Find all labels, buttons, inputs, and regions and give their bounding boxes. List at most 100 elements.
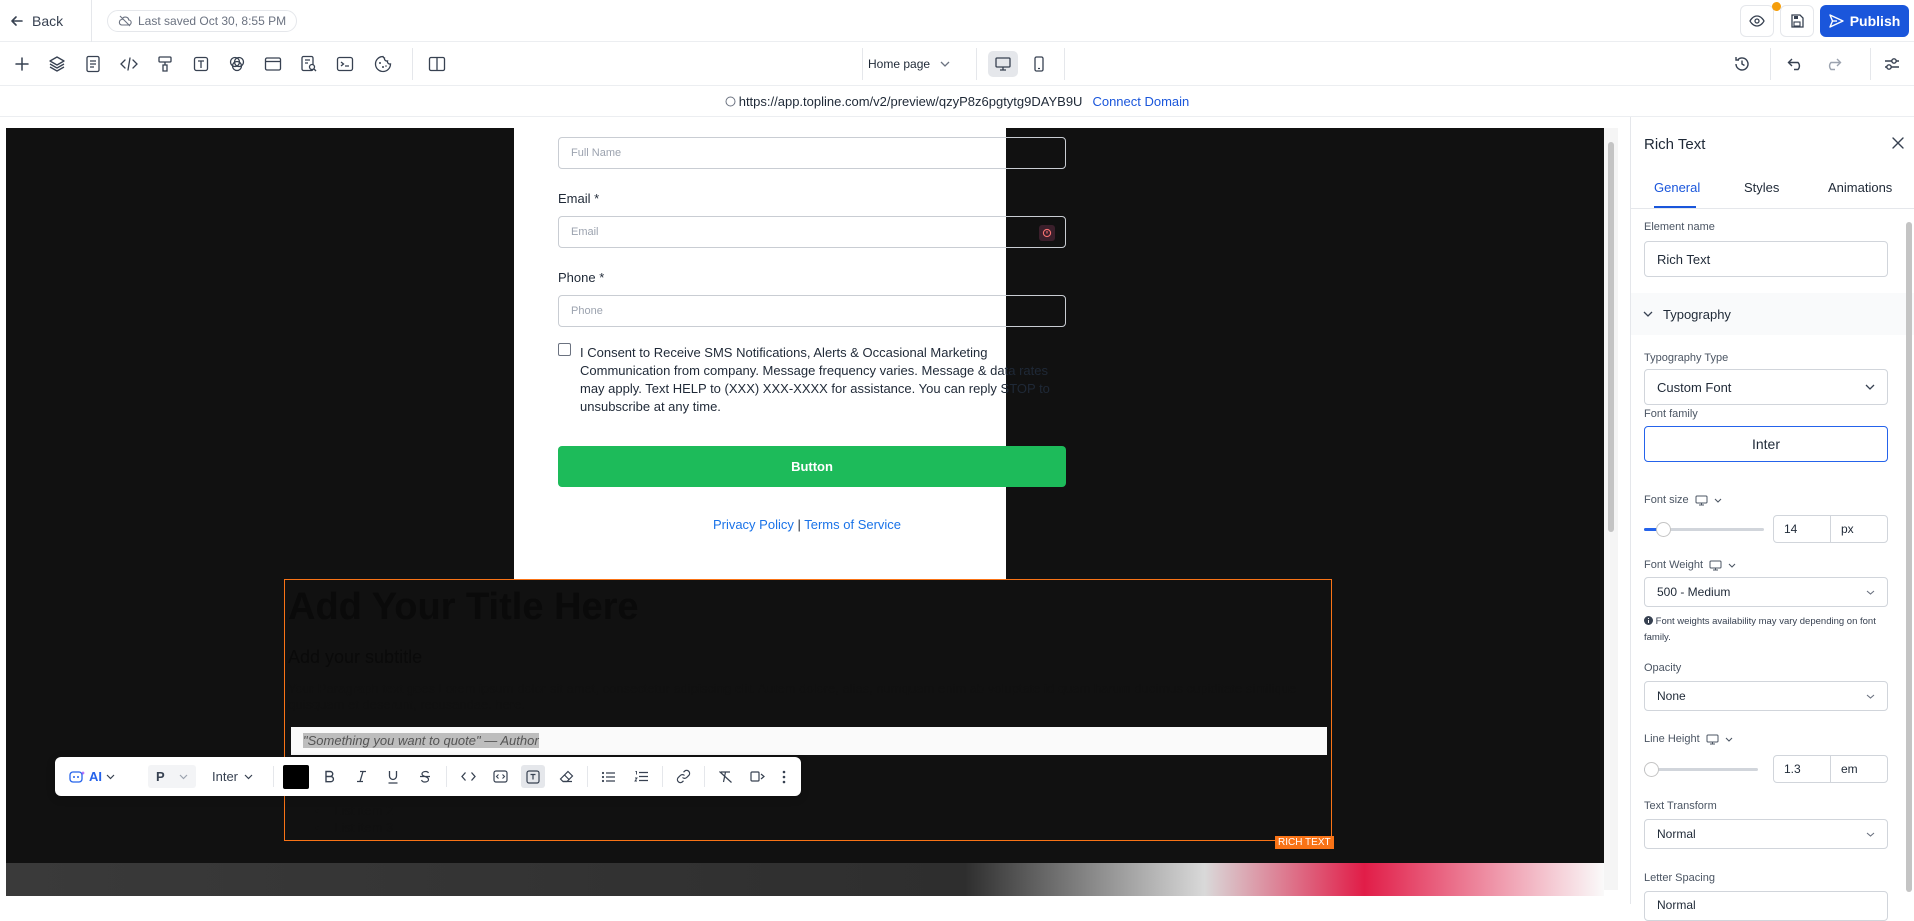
form-card[interactable]: Full Name Email * Email Phone * Phone I …: [514, 128, 1066, 579]
rich-text-title[interactable]: Add Your Title Here: [288, 586, 639, 629]
page-select-dropdown[interactable]: Home page: [868, 52, 950, 76]
font-size-unit-select[interactable]: px: [1830, 515, 1888, 543]
chevron-down-icon: [179, 774, 188, 780]
unsaved-indicator-dot: [1772, 2, 1781, 11]
line-height-slider[interactable]: [1644, 762, 1758, 777]
inline-code-button[interactable]: [457, 765, 479, 788]
strikethrough-button[interactable]: [415, 765, 435, 788]
link-button[interactable]: [672, 765, 694, 788]
element-name-input[interactable]: Rich Text: [1644, 241, 1888, 277]
ai-assist-button[interactable]: AI: [69, 765, 115, 788]
text-transform-select[interactable]: Normal: [1644, 819, 1888, 849]
redo-icon[interactable]: [1822, 53, 1844, 75]
typography-type-label: Typography Type: [1644, 352, 1729, 364]
line-height-label: Line Height: [1644, 733, 1700, 745]
canvas-scrollbar[interactable]: [1604, 128, 1618, 890]
undo-icon[interactable]: [1785, 53, 1807, 75]
phone-label: Phone *: [558, 270, 605, 285]
save-button[interactable]: [1780, 5, 1814, 37]
link-icon: [676, 769, 691, 784]
tab-styles[interactable]: Styles: [1744, 180, 1779, 195]
text-direction-button[interactable]: [747, 765, 769, 788]
code-block-button[interactable]: [489, 765, 511, 788]
chevron-down-icon[interactable]: [1714, 498, 1722, 503]
close-panel-button[interactable]: [1889, 134, 1907, 152]
opacity-select[interactable]: None: [1644, 681, 1888, 711]
tab-general[interactable]: General: [1654, 180, 1700, 195]
layers-icon[interactable]: [46, 53, 68, 75]
phone-input[interactable]: Phone: [558, 295, 1066, 327]
bold-button[interactable]: [319, 765, 339, 788]
clear-format-button[interactable]: [555, 765, 577, 788]
canvas-scrollbar-thumb[interactable]: [1608, 142, 1614, 532]
form-search-icon[interactable]: [298, 53, 320, 75]
email-input[interactable]: Email: [558, 216, 1066, 248]
bold-icon: [324, 770, 335, 783]
preview-button[interactable]: [1740, 5, 1774, 37]
block-type-select[interactable]: P: [148, 765, 196, 788]
text-element-icon[interactable]: [190, 53, 212, 75]
mobile-view-button[interactable]: [1024, 51, 1054, 77]
rich-text-subtitle[interactable]: Add your subtitle: [288, 647, 422, 668]
preview-url[interactable]: https://app.topline.com/v2/preview/qzyP8…: [739, 94, 1083, 109]
desktop-view-button[interactable]: [988, 51, 1018, 77]
privacy-policy-link[interactable]: Privacy Policy: [713, 517, 794, 532]
publish-button[interactable]: Publish: [1820, 5, 1909, 37]
terms-of-service-link[interactable]: Terms of Service: [804, 517, 901, 532]
list-item[interactable]: • List item 2: [315, 803, 393, 818]
text-color-swatch[interactable]: [283, 765, 309, 789]
rich-text-paragraph[interactable]: Your Paragraph text goes Lorem ipsum dol…: [288, 681, 1308, 713]
monitor-icon[interactable]: [1695, 495, 1708, 506]
more-vertical-icon: [782, 770, 786, 784]
add-element-icon[interactable]: [11, 53, 33, 75]
back-button[interactable]: Back: [10, 10, 63, 32]
toolbar-separator: [446, 766, 447, 787]
form-submit-button[interactable]: Button: [558, 446, 1066, 487]
split-view-icon[interactable]: [426, 53, 448, 75]
panel-scrollbar[interactable]: [1905, 212, 1913, 902]
bullet-list-button[interactable]: [597, 765, 619, 788]
monitor-icon[interactable]: [1709, 560, 1722, 571]
line-height-unit-select[interactable]: em: [1830, 755, 1888, 783]
font-family-input[interactable]: Inter: [1644, 426, 1888, 462]
paint-roller-icon[interactable]: [154, 53, 176, 75]
font-weight-select[interactable]: 500 - Medium: [1644, 577, 1888, 607]
history-icon[interactable]: [1731, 53, 1753, 75]
underline-button[interactable]: [383, 765, 403, 788]
chevron-down-icon[interactable]: [1725, 737, 1733, 742]
typography-type-select[interactable]: Custom Font: [1644, 369, 1888, 405]
settings-sliders-icon[interactable]: [1881, 53, 1903, 75]
tab-animations[interactable]: Animations: [1828, 180, 1892, 195]
typography-section-header[interactable]: Typography: [1631, 293, 1914, 335]
cookie-icon[interactable]: [372, 53, 394, 75]
panel-scrollbar-thumb[interactable]: [1906, 222, 1912, 892]
pages-icon[interactable]: [82, 53, 104, 75]
italic-button[interactable]: [351, 765, 371, 788]
monitor-icon[interactable]: [1706, 734, 1719, 745]
remove-format-button[interactable]: [714, 765, 736, 788]
eraser-icon: [559, 770, 574, 783]
text-box-button[interactable]: [521, 765, 545, 788]
color-palette-icon[interactable]: [226, 53, 248, 75]
letter-spacing-select[interactable]: Normal: [1644, 891, 1888, 921]
browser-window-icon[interactable]: [262, 53, 284, 75]
font-size-slider[interactable]: [1644, 522, 1764, 537]
list-item[interactable]: • List item 3: [315, 820, 393, 835]
password-manager-icon[interactable]: [1039, 225, 1055, 241]
font-size-input[interactable]: 14: [1773, 515, 1831, 543]
back-label: Back: [32, 13, 64, 29]
code-icon[interactable]: [118, 53, 140, 75]
rich-text-quote[interactable]: "Something you want to quote" — Author: [291, 727, 1327, 755]
more-options-button[interactable]: [777, 765, 791, 788]
numbered-list-button[interactable]: [630, 765, 652, 788]
rich-text-element[interactable]: Add Your Title Here Add your subtitle Yo…: [284, 579, 1332, 841]
consent-checkbox[interactable]: [558, 343, 571, 356]
chevron-down-icon[interactable]: [1728, 563, 1736, 568]
font-select[interactable]: Inter: [212, 765, 253, 788]
font-size-slider-thumb[interactable]: [1656, 522, 1671, 537]
terminal-icon[interactable]: [334, 53, 356, 75]
full-name-input[interactable]: Full Name: [558, 137, 1066, 169]
line-height-slider-thumb[interactable]: [1644, 762, 1659, 777]
connect-domain-link[interactable]: Connect Domain: [1092, 94, 1189, 109]
line-height-input[interactable]: 1.3: [1773, 755, 1831, 783]
